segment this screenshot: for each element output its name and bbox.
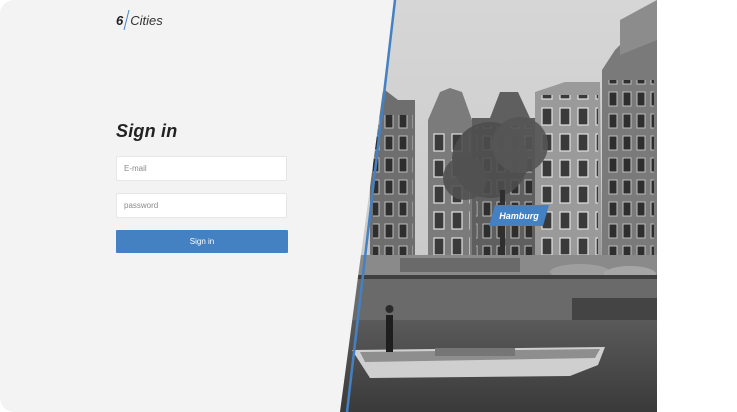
logo-number: 6 [116, 12, 124, 28]
logo[interactable]: 6 Cities [116, 10, 163, 30]
email-input[interactable] [116, 156, 287, 181]
page: 6 Cities Sign in Sign in Hamburg [0, 0, 737, 412]
city-label: Hamburg [499, 210, 539, 221]
sign-in-button[interactable]: Sign in [116, 230, 288, 253]
right-margin [656, 0, 737, 412]
logo-slash [123, 10, 130, 30]
city-link[interactable]: Hamburg [489, 205, 549, 226]
logo-text: Cities [130, 12, 163, 28]
page-title: Sign in [116, 121, 178, 141]
password-input[interactable] [116, 193, 287, 218]
